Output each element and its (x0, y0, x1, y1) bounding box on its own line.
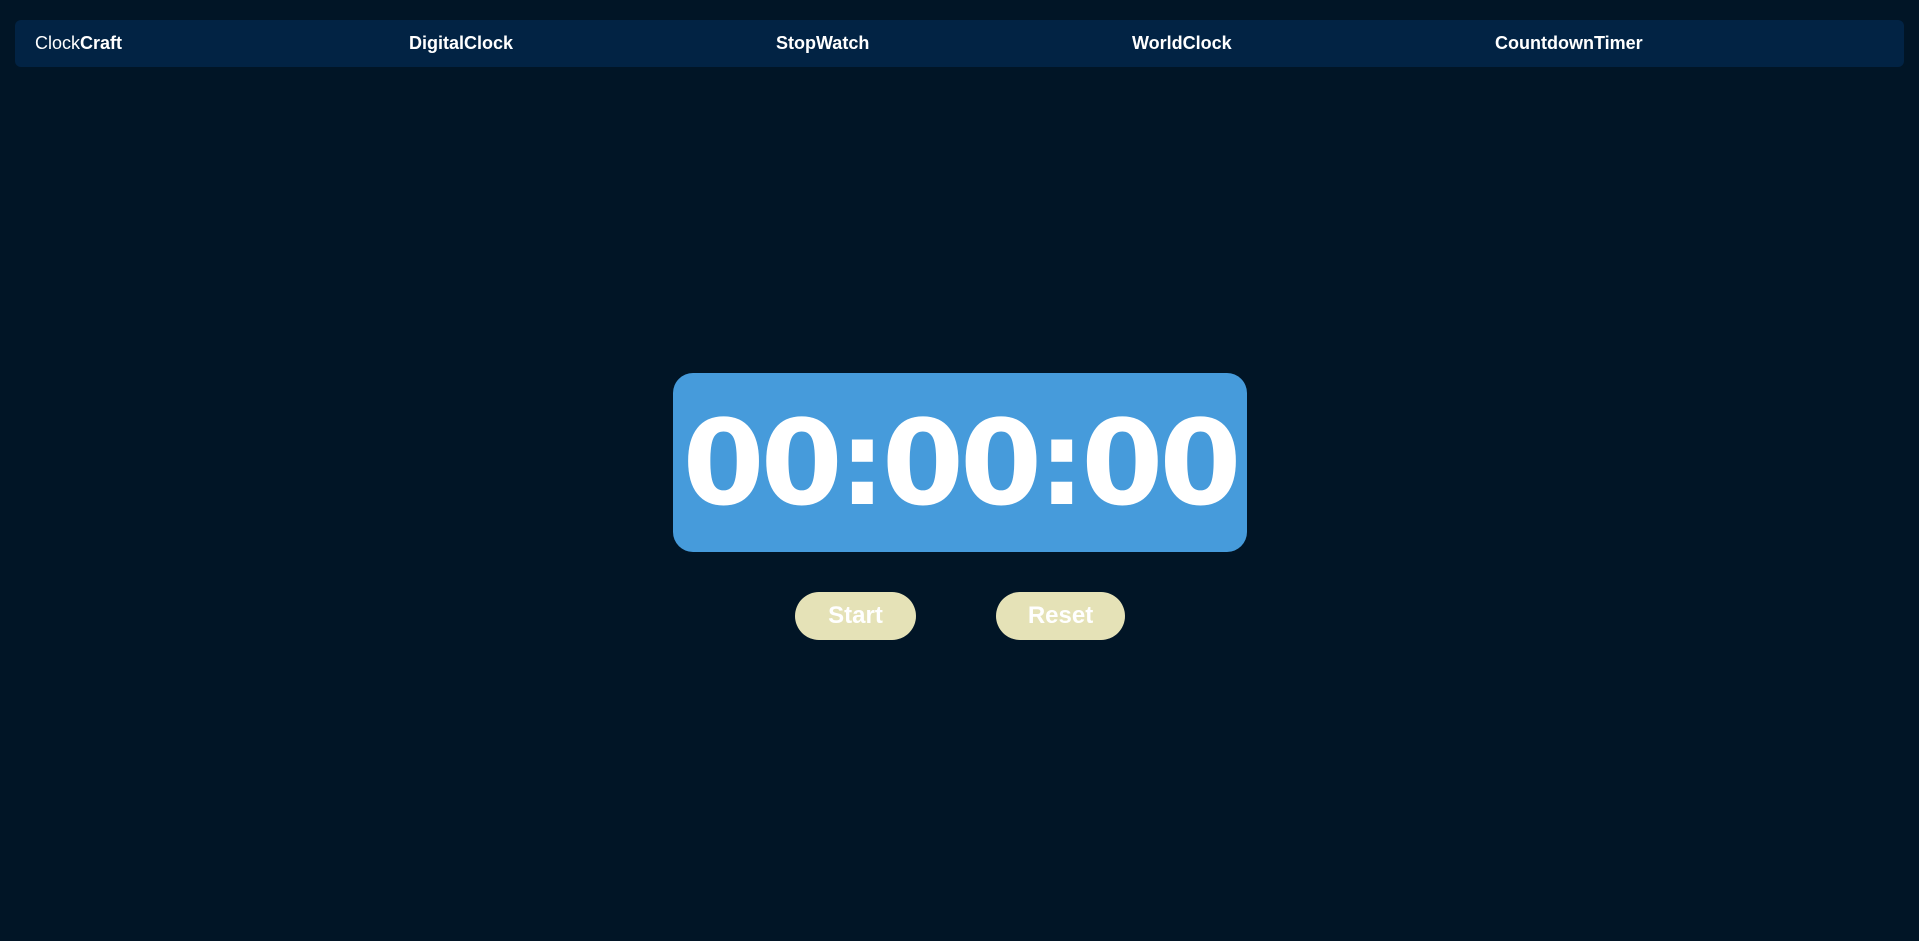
brand-light-text: Clock (35, 33, 81, 53)
nav-link-digital-clock[interactable]: DigitalClock (409, 33, 513, 53)
nav-link-countdown-timer[interactable]: CountdownTimer (1495, 33, 1643, 53)
navbar: ClockCraft DigitalClock StopWatch WorldC… (15, 20, 1904, 67)
brand-bold-text: Craft (80, 33, 123, 53)
start-button[interactable]: Start (795, 592, 916, 640)
nav-link-stopwatch[interactable]: StopWatch (776, 33, 869, 53)
stopwatch-display: 00:00:00 (673, 373, 1247, 552)
stopwatch-time: 00:00:00 (682, 393, 1241, 532)
reset-button[interactable]: Reset (996, 592, 1125, 640)
nav-link-world-clock[interactable]: WorldClock (1132, 33, 1232, 53)
brand-logo[interactable]: ClockCraft (35, 33, 122, 53)
